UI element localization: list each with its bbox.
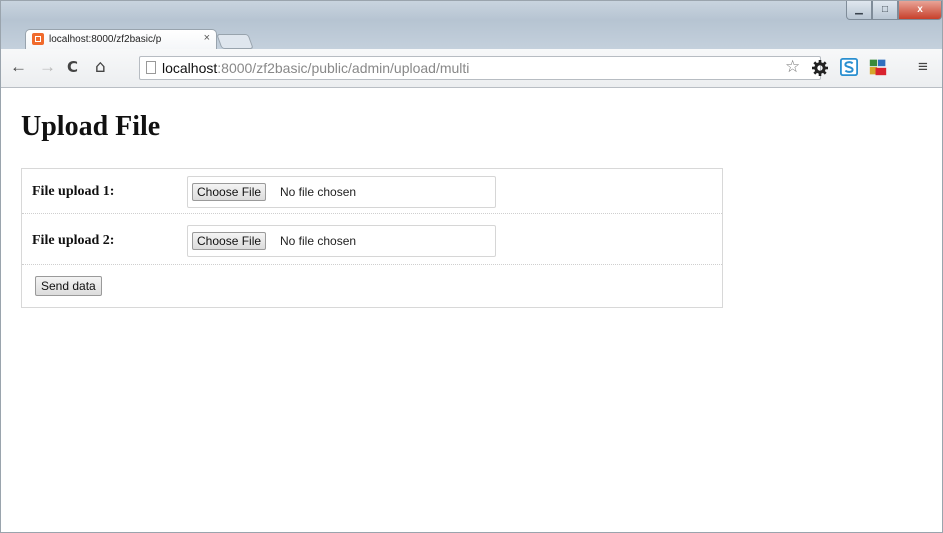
tab-title: localhost:8000/zf2basic/p: [49, 34, 162, 45]
page-icon: [146, 61, 156, 74]
menu-icon[interactable]: ≡: [918, 57, 928, 77]
file-upload-2-input[interactable]: Choose File No file chosen: [187, 225, 496, 257]
back-icon[interactable]: ←: [10, 57, 27, 77]
page-title: Upload File: [21, 111, 161, 142]
choose-file-2-button[interactable]: Choose File: [192, 232, 267, 250]
file-upload-2-label: File upload 2:: [32, 233, 115, 248]
browser-window: localhost:8000/zf2basic/p × ▁ □ x ← → C …: [0, 0, 943, 533]
forward-icon[interactable]: →: [39, 57, 56, 77]
browser-toolbar: ← → C ⌂ localhost:8000/zf2basic/public/a…: [1, 49, 942, 88]
tab-close-icon[interactable]: ×: [204, 32, 210, 44]
s-extension-icon[interactable]: [839, 58, 859, 76]
bookmark-star-icon[interactable]: ☆: [785, 57, 800, 77]
minimize-button[interactable]: ▁: [846, 1, 872, 20]
url-text: localhost:8000/zf2basic/public/admin/upl…: [162, 59, 469, 77]
address-bar[interactable]: localhost:8000/zf2basic/public/admin/upl…: [139, 56, 821, 80]
home-icon[interactable]: ⌂: [95, 57, 106, 77]
url-host: localhost: [162, 60, 218, 76]
file-upload-1-label: File upload 1:: [32, 184, 115, 199]
new-tab-button[interactable]: [216, 34, 254, 49]
file-upload-1-input[interactable]: Choose File No file chosen: [187, 176, 496, 208]
settings-gear-icon[interactable]: [811, 59, 829, 77]
url-path: :8000/zf2basic/public/admin/upload/multi: [217, 60, 470, 76]
favicon-icon: [32, 33, 44, 45]
maximize-button[interactable]: □: [872, 1, 898, 20]
upload-form: File upload 1: Choose File No file chose…: [21, 168, 723, 308]
choose-file-1-button[interactable]: Choose File: [192, 183, 267, 201]
close-window-button[interactable]: x: [898, 1, 942, 20]
browser-tab[interactable]: localhost:8000/zf2basic/p ×: [25, 29, 217, 50]
tab-strip: localhost:8000/zf2basic/p × ▁ □ x: [1, 1, 942, 50]
file-1-status: No file chosen: [280, 185, 357, 199]
reload-icon[interactable]: C: [67, 57, 78, 77]
window-controls: ▁ □ x: [846, 1, 942, 21]
upload-row-1: File upload 1: Choose File No file chose…: [22, 169, 722, 214]
send-data-button[interactable]: Send data: [35, 276, 102, 296]
upload-row-2: File upload 2: Choose File No file chose…: [22, 214, 722, 265]
file-2-status: No file chosen: [280, 234, 357, 248]
page-content: Upload File File upload 1: Choose File N…: [1, 88, 942, 532]
extension-badge-icon[interactable]: [867, 58, 889, 76]
